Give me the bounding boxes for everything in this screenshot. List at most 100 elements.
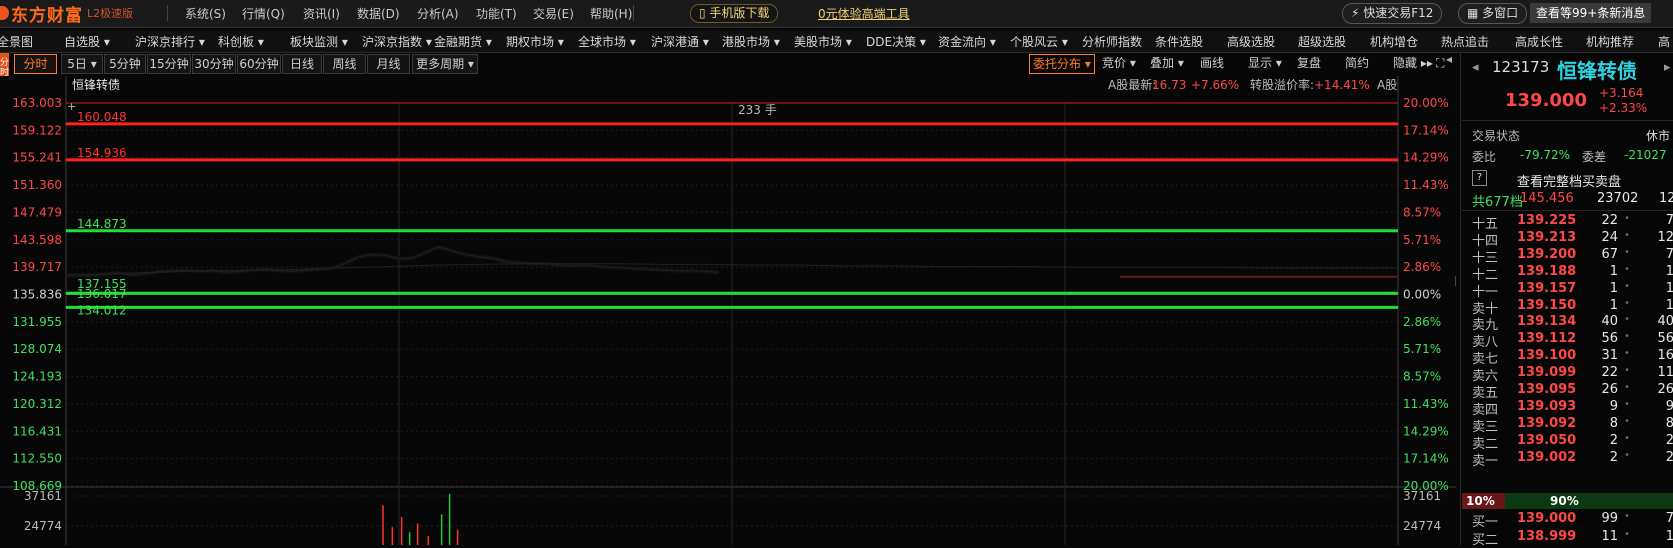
multi-window-button[interactable]: ▦ 多窗口: [1458, 3, 1528, 24]
nav-item[interactable]: 美股市场 ▾: [794, 33, 852, 50]
order-book-row[interactable]: 卖十 139.150 1 • 1: [1472, 297, 1673, 317]
nav-item[interactable]: 分析师指数: [1082, 33, 1142, 50]
order-book-row[interactable]: 买一 139.000 99 • 7: [1472, 511, 1673, 530]
nav-item[interactable]: 机构增仓: [1370, 33, 1418, 50]
buy-sell-ratio-bar: 10% 90%: [1462, 493, 1673, 509]
last-price: 139.000: [1505, 90, 1587, 111]
chart-tool-button[interactable]: 竞价 ▾: [1102, 54, 1136, 72]
intraday-chart[interactable]: 163.003 20.00% 159.122 17.14% 155.241 14.29% 1…: [0, 76, 1456, 545]
nav-item[interactable]: 热点追击: [1441, 33, 1489, 50]
period-tab[interactable]: 30分钟: [192, 54, 236, 74]
chart-tool-button[interactable]: 隐藏 ▸▸: [1393, 54, 1433, 72]
nav-item[interactable]: 期权市场 ▾: [506, 33, 564, 50]
nav-item[interactable]: 条件选股: [1155, 33, 1203, 50]
nav-item[interactable]: 个股风云 ▾: [1010, 33, 1068, 50]
menu-item[interactable]: 分析(A): [417, 5, 459, 22]
nav-item[interactable]: 板块监测 ▾: [290, 33, 348, 50]
nav-item[interactable]: 资金流向 ▾: [938, 33, 996, 50]
order-book-row[interactable]: 卖七 139.100 31 • 16: [1472, 348, 1673, 367]
chart-tool-button[interactable]: ⛶: [1436, 54, 1444, 72]
order-book-row[interactable]: 十一 139.157 1 • 1: [1472, 280, 1673, 300]
level-volume: 31: [1601, 348, 1618, 364]
chart-tool-button[interactable]: 显示 ▾: [1248, 54, 1282, 72]
nav-item[interactable]: 机构推荐: [1586, 33, 1634, 50]
menu-item[interactable]: 系统(S): [185, 5, 226, 22]
nav-item[interactable]: 金融期货 ▾: [434, 33, 492, 50]
period-tab[interactable]: 15分钟: [147, 54, 191, 74]
period-tab[interactable]: 更多周期 ▾: [412, 54, 478, 74]
level-volume: 99: [1601, 511, 1618, 526]
level-volume: 1: [1609, 297, 1618, 313]
level-price: 139.225: [1517, 213, 1577, 228]
crosshair-icon: +: [67, 100, 76, 113]
level-count: 11: [1657, 365, 1673, 381]
order-book-row[interactable]: 卖五 139.095 26 • 26: [1472, 382, 1673, 401]
period-tab[interactable]: 5日 ▾: [61, 54, 103, 74]
nav-item[interactable]: 沪深港通 ▾: [651, 33, 709, 50]
lightning-icon: ⚡: [1351, 6, 1364, 20]
nav-item[interactable]: 超级选股: [1298, 33, 1346, 50]
app-logo[interactable]: 东方财富 L2极速版: [0, 2, 133, 26]
full-book-button[interactable]: 查看完整档买卖盘: [1517, 171, 1621, 190]
menu-item[interactable]: 帮助(H): [590, 5, 632, 22]
order-book-row[interactable]: 卖一 139.002 2 • 2: [1472, 450, 1673, 469]
prev-arrow-icon[interactable]: ◂: [1472, 60, 1479, 75]
collapse-arrow-icon[interactable]: ◂: [1446, 52, 1458, 72]
news-button[interactable]: 查看等99+条新消息: [1530, 3, 1652, 23]
order-book-row[interactable]: 卖三 139.092 8 • 8: [1472, 416, 1673, 435]
period-tab[interactable]: 60分钟: [237, 54, 281, 74]
side-tab-active-label[interactable]: 分时: [0, 58, 9, 78]
level-dot-icon: •: [1624, 229, 1630, 241]
nav-item[interactable]: 高成长性: [1515, 33, 1563, 50]
period-tab[interactable]: 5分钟: [104, 54, 146, 74]
quick-trade-button[interactable]: ⚡ 快速交易F12: [1342, 3, 1443, 24]
order-book-row[interactable]: 卖八 139.112 56 • 56: [1472, 331, 1673, 350]
nav-item[interactable]: 全景图: [0, 33, 33, 50]
chart-tool-button[interactable]: 复盘: [1297, 54, 1321, 72]
order-book-row[interactable]: 十四 139.213 24 • 12: [1472, 229, 1673, 249]
menu-item[interactable]: 数据(D): [357, 5, 400, 22]
divider: [1462, 210, 1673, 211]
status-value: 休市: [1646, 129, 1671, 143]
order-book-row[interactable]: 卖六 139.099 22 • 11: [1472, 365, 1673, 384]
order-book-row[interactable]: 十二 139.188 1 • 1: [1472, 264, 1673, 283]
order-book-row[interactable]: 十五 139.225 22 • 7: [1472, 213, 1673, 232]
nav-item[interactable]: 高级选股: [1227, 33, 1275, 50]
level-dot-icon: •: [1624, 511, 1630, 522]
chart-tool-button[interactable]: 委托分布 ▾: [1029, 54, 1095, 74]
level-count: 12: [1657, 229, 1673, 245]
pro-tools-link[interactable]: 0元体验高端工具: [818, 5, 910, 22]
period-tab[interactable]: 周线: [323, 54, 366, 74]
mobile-download-button[interactable]: ▯ 手机版下载: [690, 4, 779, 23]
level-count: 26: [1657, 382, 1673, 397]
next-arrow-icon[interactable]: ▸: [1664, 60, 1671, 75]
order-book-row[interactable]: 卖二 139.050 2 • 2: [1472, 433, 1673, 452]
order-book-row[interactable]: 卖四 139.093 9 • 9: [1472, 398, 1673, 418]
order-book-row[interactable]: 卖九 139.134 40 • 40: [1472, 314, 1673, 333]
menu-item[interactable]: 交易(E): [533, 5, 574, 22]
order-book-row[interactable]: 买二 138.999 11 • 1: [1472, 529, 1673, 548]
chart-tool-button[interactable]: 画线: [1200, 54, 1224, 72]
level-count: 9: [1665, 398, 1673, 414]
nav-item[interactable]: 沪深京指数 ▾: [362, 33, 432, 50]
period-tab[interactable]: 分时: [14, 54, 57, 74]
menu-item[interactable]: 资讯(I): [303, 5, 340, 22]
level-count: 1: [1665, 280, 1673, 296]
nav-item[interactable]: 自选股 ▾: [64, 33, 110, 50]
nav-item[interactable]: DDE决策 ▾: [866, 33, 926, 50]
nav-item[interactable]: 全球市场 ▾: [578, 33, 636, 50]
a-share-tag: A股: [1377, 78, 1397, 92]
menu-item[interactable]: 功能(T): [476, 5, 517, 22]
nav-item[interactable]: 科创板 ▾: [218, 33, 264, 50]
help-icon[interactable]: ?: [1472, 170, 1487, 186]
order-book-row[interactable]: 十三 139.200 67 • 7: [1472, 247, 1673, 266]
menu-item[interactable]: 行情(Q): [242, 5, 285, 22]
chart-tool-button[interactable]: 叠加 ▾: [1150, 54, 1184, 72]
y-tick-right: 20.00%: [1403, 96, 1449, 110]
period-tab[interactable]: 月线: [367, 54, 410, 74]
period-tab[interactable]: 日线: [282, 54, 322, 74]
chart-tool-button[interactable]: 简约: [1345, 54, 1369, 72]
nav-item[interactable]: 沪深京排行 ▾: [135, 33, 205, 50]
nav-item[interactable]: 港股市场 ▾: [722, 33, 780, 50]
nav-item[interactable]: 高: [1658, 33, 1670, 50]
